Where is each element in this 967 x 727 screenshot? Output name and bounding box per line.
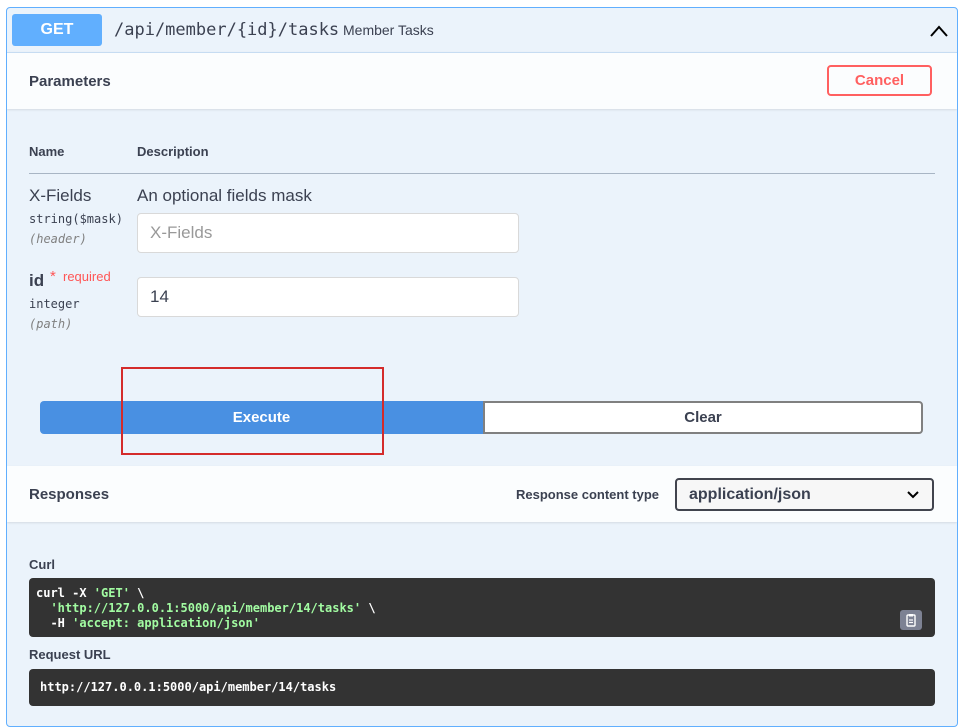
clear-button[interactable]: Clear [483,401,923,434]
param-location-xfields: (header) [29,232,87,246]
responses-title: Responses [29,486,110,503]
param-type-xfields: string($mask) [29,212,123,226]
parameters-header: Parameters Cancel [7,52,957,109]
chevron-down-icon [907,490,919,498]
response-content-type-value: application/json [689,485,811,503]
operation-summary-text: Member Tasks [343,22,434,38]
column-header-name: Name [29,144,65,159]
response-content-type-label: Response content type [516,487,660,502]
column-header-description: Description [137,144,209,159]
request-url-value: http://127.0.0.1:5000/api/member/14/task… [29,669,935,706]
operation-block: GET /api/member/{id}/tasks Member Tasks … [6,7,958,727]
responses-header: Responses Response content type applicat… [7,466,957,522]
param-name-id: id [29,271,45,290]
request-url-label: Request URL [29,647,111,662]
chevron-up-icon[interactable] [929,24,949,38]
parameters-title: Parameters [29,73,111,90]
method-badge: GET [12,14,102,46]
curl-label: Curl [29,557,55,572]
copy-to-clipboard-icon[interactable] [900,610,922,630]
curl-line-1: curl -X 'GET' \ [36,586,145,600]
xfields-input[interactable] [137,213,519,253]
param-description-xfields: An optional fields mask [137,186,312,205]
required-label: required [63,269,111,284]
param-type-id: integer [29,297,80,311]
curl-line-3: -H 'accept: application/json' [36,616,260,630]
curl-line-2: 'http://127.0.0.1:5000/api/member/14/tas… [50,601,376,615]
operation-summary[interactable]: GET /api/member/{id}/tasks Member Tasks [7,8,957,52]
required-star: * [50,268,56,285]
curl-code-block: curl -X 'GET' \ 'http://127.0.0.1:5000/a… [29,578,935,637]
param-location-id: (path) [29,317,73,331]
param-name-xfields: X-Fields [29,186,92,205]
highlight-box [121,367,384,455]
cancel-button[interactable]: Cancel [827,65,932,96]
response-content-type-select[interactable]: application/json [675,478,934,511]
table-divider [29,173,935,174]
operation-path: /api/member/{id}/tasks [114,20,340,40]
id-input[interactable] [137,277,519,317]
